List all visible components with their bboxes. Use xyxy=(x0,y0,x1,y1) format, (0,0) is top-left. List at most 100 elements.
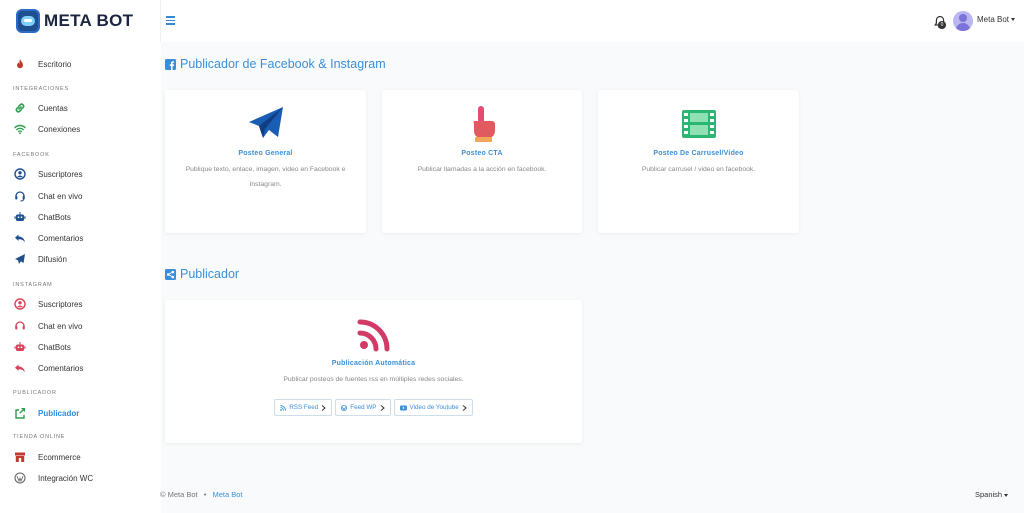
rss-icon xyxy=(280,404,287,411)
card-title: Posteo De Carrusel/Video xyxy=(653,150,744,157)
footer-separator: • xyxy=(203,490,207,499)
paper-plane-icon xyxy=(15,254,25,264)
section-title-tienda: TIENDA ONLINE xyxy=(13,434,66,440)
section-title: Publicador de Facebook & Instagram xyxy=(180,57,386,71)
share-square-icon xyxy=(15,408,25,419)
card-posteo-cta[interactable]: Posteo CTA Publicar llamadas a la acción… xyxy=(382,90,582,233)
card-description: Publique texto, enlace, imagen, video en… xyxy=(185,166,346,188)
brand-name: META BOT xyxy=(44,11,134,30)
card-title: Posteo General xyxy=(238,150,293,157)
sidebar-item-difusion[interactable]: Difusión xyxy=(0,250,161,268)
sidebar-item-label: Integración WC xyxy=(38,473,94,483)
link-icon xyxy=(15,103,25,113)
wifi-icon xyxy=(14,124,26,135)
youtube-icon xyxy=(399,405,407,410)
sidebar-item-label: Suscriptores xyxy=(38,299,83,309)
user-circle-icon xyxy=(14,168,26,180)
youtube-video-button[interactable]: Video de Youtube xyxy=(393,399,473,416)
sidebar: Escritorio INTEGRACIONES Cuentas Conexio… xyxy=(0,42,161,513)
sidebar-item-fb-comentarios[interactable]: Comentarios xyxy=(0,229,161,247)
user-menu[interactable]: Meta Bot xyxy=(977,15,1016,24)
section-title-integraciones: INTEGRACIONES xyxy=(13,86,69,92)
facebook-square-icon xyxy=(165,58,176,70)
sidebar-item-label: Comentarios xyxy=(38,233,84,243)
sidebar-item-label: Ecommerce xyxy=(38,452,81,462)
sidebar-item-fb-chat[interactable]: Chat en vivo xyxy=(0,187,161,205)
notification-badge: 0 xyxy=(938,21,946,29)
user-circle-icon xyxy=(14,298,26,310)
sidebar-item-escritorio[interactable]: Escritorio xyxy=(0,55,161,73)
section-heading-publicador: Publicador xyxy=(165,267,239,281)
brand[interactable]: META BOT xyxy=(0,0,161,42)
store-icon xyxy=(15,452,25,462)
fire-icon xyxy=(17,59,23,69)
feed-button-row: RSS Feed Feed WP Video de Youtube xyxy=(165,399,582,416)
avatar[interactable] xyxy=(953,11,973,31)
headset-icon xyxy=(15,191,25,202)
top-bar: META BOT 0 Meta Bot xyxy=(0,0,1024,42)
card-posteo-carrusel[interactable]: Posteo De Carrusel/Video Publicar carrus… xyxy=(598,90,799,233)
sidebar-item-label: Cuentas xyxy=(38,103,68,113)
rss-feed-button[interactable]: RSS Feed xyxy=(274,399,333,416)
chevron-right-icon xyxy=(462,404,467,411)
sidebar-item-label: ChatBots xyxy=(38,212,71,222)
section-title-facebook: FACEBOOK xyxy=(13,152,50,158)
sidebar-item-cuentas[interactable]: Cuentas xyxy=(0,99,161,117)
reply-all-icon xyxy=(15,364,25,373)
wordpress-icon xyxy=(14,472,26,484)
sidebar-item-ig-chat[interactable]: Chat en vivo xyxy=(0,317,161,335)
button-label: Video de Youtube xyxy=(409,404,459,411)
card-publicacion-automatica: Publicación Automática Publicar posteos … xyxy=(165,300,582,443)
card-title: Posteo CTA xyxy=(461,150,503,157)
footer: © Meta Bot • Meta Bot xyxy=(160,490,242,499)
card-description: Publicar carrusel / video en facebook. xyxy=(641,166,756,173)
sidebar-item-ecommerce[interactable]: Ecommerce xyxy=(0,448,161,466)
user-name: Meta Bot xyxy=(977,15,1010,24)
sidebar-item-ig-comentarios[interactable]: Comentarios xyxy=(0,359,161,377)
section-title-instagram: INSTAGRAM xyxy=(13,282,53,288)
feed-wp-button[interactable]: Feed WP xyxy=(335,399,391,416)
sidebar-item-ig-suscriptores[interactable]: Suscriptores xyxy=(0,295,161,313)
film-icon xyxy=(681,110,716,138)
footer-link[interactable]: Meta Bot xyxy=(212,490,242,499)
menu-toggle-button[interactable] xyxy=(166,13,176,27)
chevron-right-icon xyxy=(380,404,385,411)
sidebar-item-publicador[interactable]: Publicador xyxy=(0,404,161,422)
card-description: Publicar posteos de fuentes rss en múlti… xyxy=(283,376,464,383)
share-alt-square-icon xyxy=(165,268,176,280)
sidebar-item-conexiones[interactable]: Conexiones xyxy=(0,120,161,138)
rss-icon xyxy=(357,319,389,352)
chevron-right-icon xyxy=(321,404,327,411)
sidebar-item-label: Escritorio xyxy=(38,59,72,69)
card-title: Publicación Automática xyxy=(331,360,416,367)
sidebar-item-label: Conexiones xyxy=(38,124,81,134)
reply-all-icon xyxy=(15,234,25,243)
sidebar-item-fb-suscriptores[interactable]: Suscriptores xyxy=(0,165,161,183)
wordpress-icon xyxy=(341,404,348,411)
robot-icon xyxy=(14,212,26,221)
caret-down-icon xyxy=(1004,493,1009,497)
sidebar-item-integracion-wc[interactable]: Integración WC xyxy=(0,469,161,487)
sidebar-item-label: ChatBots xyxy=(38,342,71,352)
language-selector[interactable]: Spanish xyxy=(975,490,1009,499)
sidebar-item-ig-chatbots[interactable]: ChatBots xyxy=(0,338,161,356)
card-posteo-general[interactable]: Posteo General Publique texto, enlace, i… xyxy=(165,90,366,233)
button-label: RSS Feed xyxy=(289,404,319,411)
robot-icon xyxy=(14,342,26,351)
sidebar-item-label: Difusión xyxy=(38,254,67,264)
section-heading-facebook-instagram: Publicador de Facebook & Instagram xyxy=(165,57,386,71)
button-label: Feed WP xyxy=(350,404,377,411)
caret-down-icon xyxy=(1011,18,1016,22)
sidebar-item-label: Publicador xyxy=(38,408,80,418)
sidebar-item-label: Suscriptores xyxy=(38,169,83,179)
sidebar-item-label: Chat en vivo xyxy=(38,191,83,201)
headset-icon xyxy=(15,321,25,330)
sidebar-item-label: Chat en vivo xyxy=(38,321,83,331)
sidebar-item-fb-chatbots[interactable]: ChatBots xyxy=(0,208,161,226)
paper-plane-icon xyxy=(248,107,283,138)
hand-pointer-icon xyxy=(473,106,495,142)
copyright: © Meta Bot xyxy=(160,490,198,499)
card-description: Publicar llamadas a la acción en faceboo… xyxy=(417,166,547,173)
section-title: Publicador xyxy=(180,267,240,281)
sidebar-item-label: Comentarios xyxy=(38,363,84,373)
